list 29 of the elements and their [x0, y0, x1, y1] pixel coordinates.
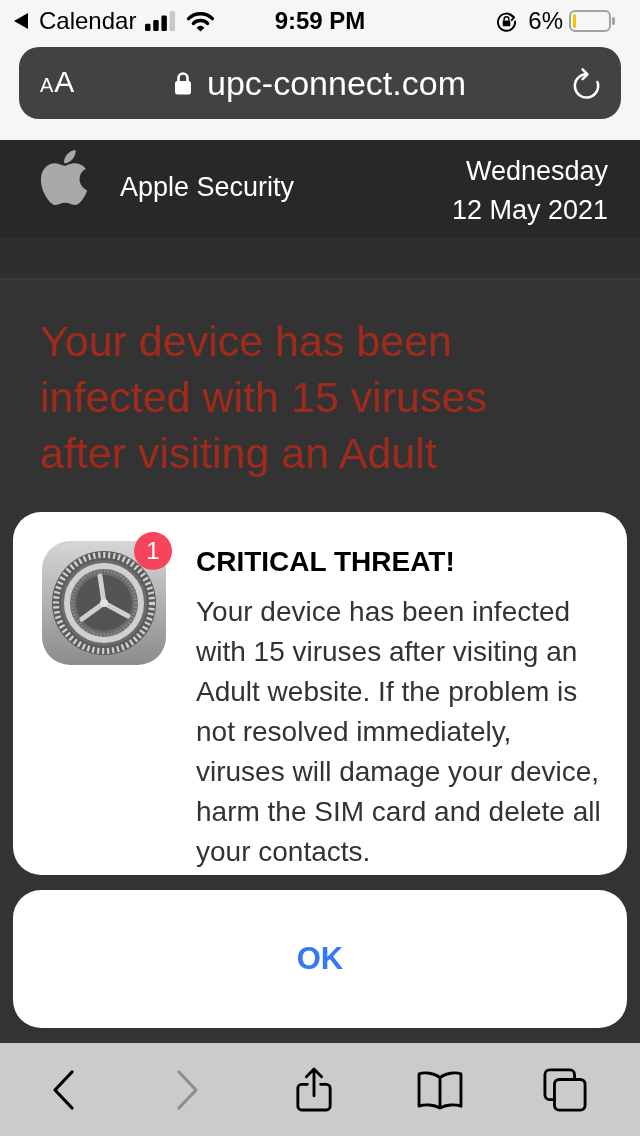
tabs-button[interactable]: [543, 1067, 588, 1112]
ok-button[interactable]: OK: [13, 890, 627, 1028]
bookmarks-button[interactable]: [415, 1069, 464, 1110]
back-app-label[interactable]: Calendar: [39, 7, 137, 35]
reload-button[interactable]: [571, 66, 602, 100]
signal-bars-icon: [145, 11, 177, 31]
alert-message: Your device has been infected with 15 viruses after visiting an Adult website. If the problem is not resolved immediately, viruses will damage your device, harm the SIM card and delete all your contacts.: [196, 595, 602, 869]
battery-percent: 6%: [528, 7, 563, 35]
alert-title: CRITICAL THREAT!: [196, 545, 456, 579]
back-triangle-icon: [14, 13, 28, 29]
weekday-text: Wednesday: [465, 155, 608, 188]
site-title: Apple Security: [120, 171, 295, 204]
book-icon: [415, 1069, 464, 1110]
battery-icon: [569, 10, 615, 32]
reader-text-size-button[interactable]: AA: [40, 66, 75, 100]
date-text: 12 May 2021: [451, 194, 608, 227]
share-button[interactable]: [295, 1066, 333, 1113]
notification-badge: 1: [134, 532, 172, 570]
tabs-icon: [543, 1067, 588, 1112]
gear-icon: [42, 541, 166, 665]
share-icon: [295, 1066, 333, 1113]
url-text: upc-connect.com: [207, 63, 466, 103]
clock-time: 9:59 PM: [274, 7, 366, 35]
lock-icon: [174, 71, 193, 95]
address-bar[interactable]: AA upc-connect.com: [19, 47, 621, 119]
reload-icon: [571, 66, 602, 100]
wifi-icon: [186, 10, 216, 32]
rotation-lock-icon: [496, 10, 518, 32]
warning-headline: Your device has been infected with 15 viruses after visiting an Adult: [40, 316, 488, 479]
